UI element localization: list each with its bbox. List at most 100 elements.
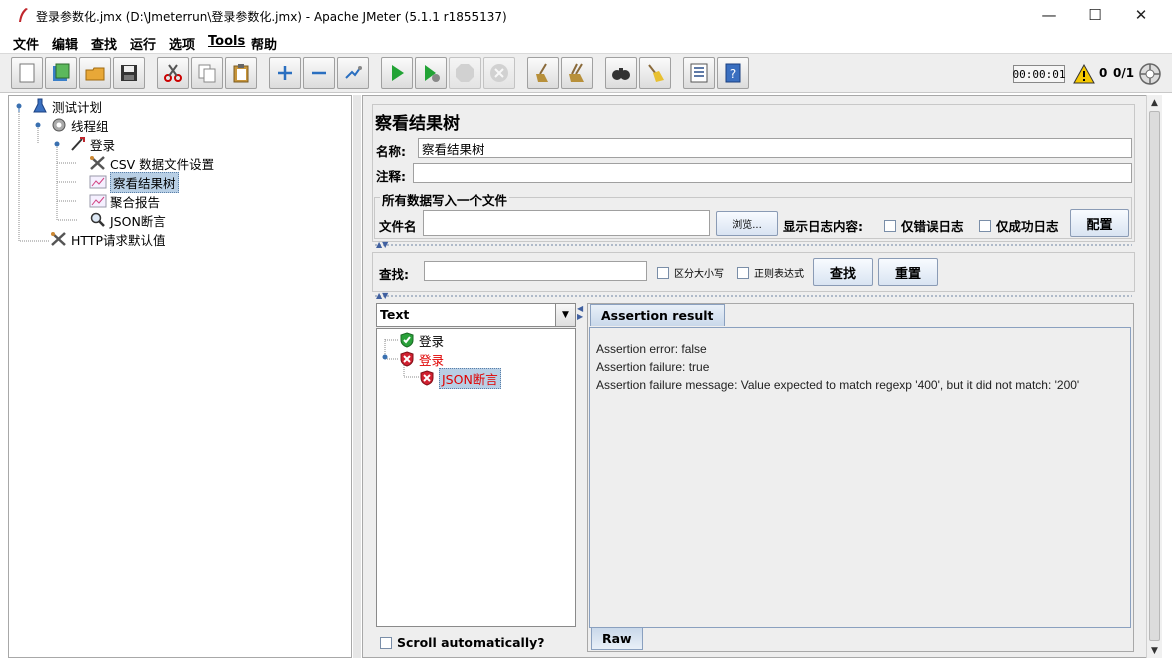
open-button[interactable]	[79, 57, 111, 89]
tree-item-label: 察看结果树	[110, 171, 179, 193]
shutdown-icon	[490, 64, 508, 82]
menu-options[interactable]: 选项	[169, 34, 195, 53]
menu-tools[interactable]: Tools	[208, 34, 245, 49]
save-icon	[121, 65, 137, 81]
splitter-handle[interactable]	[374, 243, 1132, 247]
checkbox-box	[884, 219, 896, 232]
vertical-scrollbar[interactable]: ▲ ▼	[1146, 95, 1162, 658]
warning-icon[interactable]	[1073, 64, 1095, 84]
toggle-icon	[345, 66, 362, 79]
name-field[interactable]: 察看结果树	[418, 138, 1132, 158]
copy-button[interactable]	[191, 57, 223, 89]
active-threads: 0/1	[1113, 66, 1135, 80]
result-row-login-success[interactable]: 登录	[399, 331, 444, 349]
collapse-all-button[interactable]	[303, 57, 335, 89]
collapse-arrows-icon[interactable]: ▲▼	[376, 240, 388, 249]
configure-button[interactable]: 配置	[1070, 209, 1129, 237]
templates-button[interactable]	[45, 57, 77, 89]
close-button[interactable]: ✕	[1118, 0, 1164, 30]
help-icon: ?	[725, 63, 741, 83]
result-row-login-error[interactable]: 登录	[399, 350, 444, 368]
menu-run[interactable]: 运行	[130, 34, 156, 53]
remote-engines-icon[interactable]	[1138, 62, 1162, 86]
jmeter-feather-icon	[19, 8, 28, 22]
scroll-automatically-checkbox[interactable]: Scroll automatically?	[380, 635, 545, 650]
window-title: 登录参数化.jmx (D:\Jmeterrun\登录参数化.jmx) - Apa…	[36, 10, 507, 24]
minimize-button[interactable]: —	[1026, 0, 1072, 30]
copy-icon	[198, 64, 216, 83]
start-no-pause-button[interactable]	[415, 57, 447, 89]
new-button[interactable]	[11, 57, 43, 89]
renderer-select[interactable]: Text ▼	[376, 303, 576, 327]
tree-item-view-results-tree[interactable]: 察看结果树	[89, 171, 179, 193]
comment-field[interactable]	[413, 163, 1132, 183]
browse-button[interactable]: 浏览...	[716, 211, 778, 236]
cut-button[interactable]	[157, 57, 189, 89]
result-row-json-assertion[interactable]: JSON断言	[419, 367, 501, 389]
success-only-checkbox[interactable]: 仅成功日志	[979, 216, 1059, 235]
find-button[interactable]: 查找	[813, 258, 873, 286]
search-label: 查找:	[379, 267, 409, 282]
tree-item-csv-config[interactable]: CSV 数据文件设置	[89, 154, 214, 172]
save-button[interactable]	[113, 57, 145, 89]
regex-checkbox[interactable]: 正则表达式	[737, 265, 804, 280]
tab-assertion-result[interactable]: Assertion result	[590, 304, 725, 326]
tree-item-login-sampler[interactable]: 登录	[69, 135, 115, 153]
checkbox-box	[657, 266, 669, 279]
collapse-arrows-icon[interactable]: ◀ ▶	[577, 305, 583, 321]
svg-text:?: ?	[730, 67, 736, 81]
function-helper-button[interactable]	[683, 57, 715, 89]
case-sensitive-label: 区分大小写	[674, 269, 724, 280]
tab-raw[interactable]: Raw	[591, 628, 643, 650]
help-button[interactable]: ?	[717, 57, 749, 89]
stop-button[interactable]	[449, 57, 481, 89]
case-sensitive-checkbox[interactable]: 区分大小写	[657, 265, 724, 280]
menu-search[interactable]: 查找	[91, 34, 117, 53]
file-group-title: 所有数据写入一个文件	[380, 190, 510, 209]
menu-help[interactable]: 帮助	[251, 34, 277, 53]
expand-all-button[interactable]	[269, 57, 301, 89]
start-no-pause-icon	[425, 65, 440, 82]
search-input[interactable]	[424, 261, 647, 281]
scroll-down-arrow-icon[interactable]: ▼	[1147, 643, 1162, 658]
thread-group-icon	[52, 118, 66, 132]
start-button[interactable]	[381, 57, 413, 89]
comment-label: 注释:	[376, 169, 406, 184]
test-plan-tree[interactable]: 测试计划 线程组 登录 CSV 数据文件设置 察看结果树 聚合报告 JSON断言…	[8, 95, 352, 658]
reset-button[interactable]: 重置	[878, 258, 938, 286]
toolbar: ? 00:00:01 0 0/1	[0, 53, 1172, 93]
config-tools-icon	[90, 156, 105, 170]
toggle-button[interactable]	[337, 57, 369, 89]
assertion-message-line: Assertion failure message: Value expecte…	[596, 378, 1080, 392]
tree-item-aggregate-report[interactable]: 聚合报告	[89, 192, 160, 210]
tree-item-label: 登录	[90, 137, 116, 153]
errors-only-checkbox[interactable]: 仅错误日志	[884, 216, 964, 235]
chevron-down-icon[interactable]: ▼	[555, 304, 575, 326]
tree-item-test-plan[interactable]: 测试计划	[31, 97, 102, 115]
sample-results-tree[interactable]: 登录 登录 JSON断言	[376, 328, 576, 627]
shutdown-button[interactable]	[483, 57, 515, 89]
filename-field[interactable]	[423, 210, 710, 236]
errors-only-label: 仅错误日志	[901, 219, 964, 234]
new-icon	[19, 63, 35, 83]
reset-search-button[interactable]	[639, 57, 671, 89]
reset-search-icon	[648, 64, 664, 82]
clear-all-button[interactable]	[561, 57, 593, 89]
clear-all-icon	[569, 63, 584, 82]
tree-item-http-defaults[interactable]: HTTP请求默认值	[50, 230, 166, 248]
search-button[interactable]	[605, 57, 637, 89]
tree-item-thread-group[interactable]: 线程组	[50, 116, 109, 134]
checkbox-box	[737, 266, 749, 279]
paste-button[interactable]	[225, 57, 257, 89]
maximize-button[interactable]: ☐	[1072, 0, 1118, 30]
collapse-arrows-icon[interactable]: ▲▼	[376, 291, 388, 300]
scrollbar-thumb[interactable]	[1149, 111, 1160, 641]
menu-file[interactable]: 文件	[13, 34, 39, 53]
tree-item-json-assertion[interactable]: JSON断言	[89, 211, 166, 229]
menu-edit[interactable]: 编辑	[52, 34, 78, 53]
splitter-handle[interactable]	[374, 294, 1132, 298]
scroll-up-arrow-icon[interactable]: ▲	[1147, 95, 1162, 110]
renderer-value: Text	[380, 307, 410, 322]
pane-splitter[interactable]	[353, 95, 361, 658]
clear-button[interactable]	[527, 57, 559, 89]
